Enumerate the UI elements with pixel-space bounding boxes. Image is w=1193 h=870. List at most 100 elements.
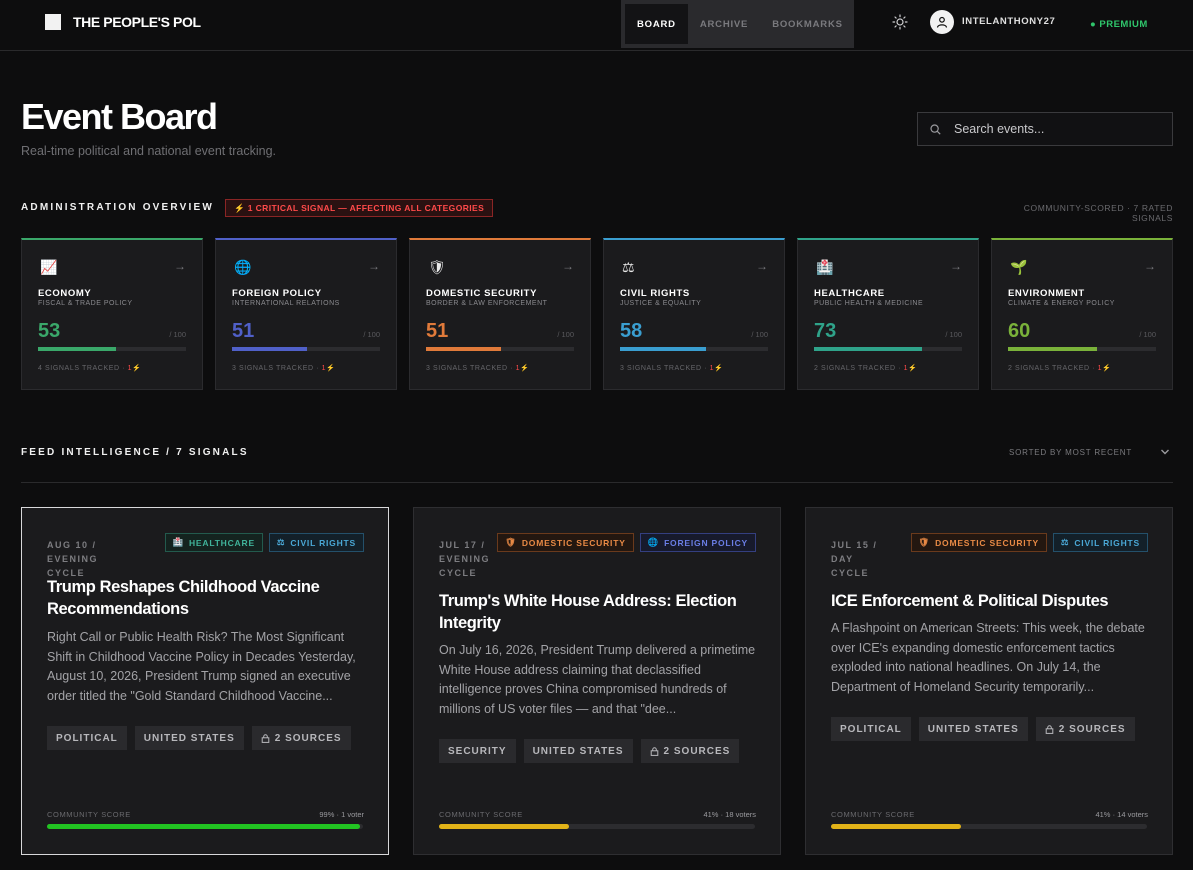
category-chip[interactable]: UNITED STATES (134, 726, 244, 750)
sources-chip[interactable]: 2 SOURCES (640, 739, 740, 763)
sources-chip[interactable]: 2 SOURCES (1035, 717, 1135, 741)
chip-label: UNITED STATES (143, 732, 235, 744)
feed-divider (21, 482, 1173, 483)
arrow-right-icon[interactable]: → (950, 259, 962, 273)
globe-icon: 🌐 (234, 259, 252, 275)
category-score-bar (232, 347, 380, 351)
community-score-bar (47, 824, 363, 829)
signals-tracked-text: 2 SIGNALS TRACKED · (814, 365, 904, 372)
category-card-civil-rights[interactable]: ⚖ → CIVIL RIGHTS JUSTICE & EQUALITY 58 / 100 3… (603, 238, 785, 390)
category-score-max: / 100 (945, 330, 962, 339)
bolt-icon: ⚡ (326, 365, 336, 372)
username[interactable]: INTELANTHONY27 (962, 16, 1055, 27)
community-score-fill (47, 824, 360, 829)
tag-label: CIVIL RIGHTS (1074, 537, 1140, 548)
category-name: HEALTHCARE (814, 288, 885, 299)
tag-foreign[interactable]: 🌐 FOREIGN POLICY (639, 533, 756, 552)
arrow-right-icon[interactable]: → (562, 259, 574, 273)
community-score-fill (831, 824, 961, 829)
bolt-icon: ⚡ (1102, 365, 1112, 372)
category-card-environment[interactable]: 🌱 → ENVIRONMENT CLIMATE & ENERGY POLICY 60 / … (991, 238, 1173, 390)
lock-icon (261, 733, 270, 743)
post-date: JUL 17 / EVENING CYCLE (439, 540, 491, 578)
chevron-down-icon[interactable] (1160, 447, 1170, 457)
category-chip[interactable]: POLITICAL (47, 726, 127, 750)
category-score-fill (620, 347, 706, 351)
category-score-bar (814, 347, 962, 351)
app-title[interactable]: THE PEOPLE'S POL (73, 14, 201, 30)
category-score: 53 (38, 320, 61, 342)
category-subtitle: JUSTICE & EQUALITY (620, 300, 702, 307)
nav-bookmarks[interactable]: BOOKMARKS (760, 4, 855, 44)
category-card-domestic-security[interactable]: 🛡 → DOMESTIC SECURITY BORDER & LAW ENFORCEM… (409, 238, 591, 390)
seedling-icon: 🌱 (1010, 259, 1028, 275)
post-title[interactable]: Trump Reshapes Childhood Vaccine Recomme… (47, 576, 367, 620)
chip-list: POLITICAL UNITED STATES 2 SOURCES (831, 717, 1135, 741)
category-score: 51 (232, 320, 255, 342)
tag-civil[interactable]: ⚖ CIVIL RIGHTS (268, 533, 364, 552)
tag-civil[interactable]: ⚖ CIVIL RIGHTS (1052, 533, 1148, 552)
category-card-foreign-policy[interactable]: 🌐 → FOREIGN POLICY INTERNATIONAL RELATIONS 5… (215, 238, 397, 390)
category-score-max: / 100 (169, 330, 186, 339)
feed-title: FEED INTELLIGENCE / 7 SIGNALS (21, 447, 249, 458)
tag-icon: 🛡 (918, 537, 931, 547)
category-signals: 2 SIGNALS TRACKED · 1⚡ (1008, 364, 1112, 372)
page-subtitle: Real-time political and national event t… (21, 144, 276, 158)
arrow-right-icon[interactable]: → (756, 259, 768, 273)
category-chip[interactable]: UNITED STATES (918, 717, 1028, 741)
arrow-right-icon[interactable]: → (368, 259, 380, 273)
tag-domestic[interactable]: 🛡 DOMESTIC SECURITY (910, 533, 1047, 552)
category-name: FOREIGN POLICY (232, 288, 322, 299)
signals-tracked-text: 3 SIGNALS TRACKED · (426, 365, 516, 372)
nav-board[interactable]: BOARD (625, 4, 688, 44)
avatar[interactable] (930, 10, 954, 34)
arrow-right-icon[interactable]: → (174, 259, 186, 273)
premium-badge: ● PREMIUM (1090, 19, 1148, 30)
category-score: 73 (814, 320, 837, 342)
theme-toggle-sun-icon[interactable] (892, 14, 908, 30)
sources-chip[interactable]: 2 SOURCES (251, 726, 351, 750)
tag-list: 🛡 DOMESTIC SECURITY 🌐 FOREIGN POLICY (497, 533, 756, 552)
tag-icon: 🏥 (172, 537, 184, 547)
category-subtitle: PUBLIC HEALTH & MEDICINE (814, 300, 924, 307)
critical-signal-badge[interactable]: ⚡ 1 CRITICAL SIGNAL — AFFECTING ALL CATE… (225, 199, 494, 217)
arrow-right-icon[interactable]: → (1144, 259, 1156, 273)
tag-label: CIVIL RIGHTS (290, 537, 356, 548)
category-chip[interactable]: UNITED STATES (523, 739, 633, 763)
tag-healthcare[interactable]: 🏥 HEALTHCARE (164, 533, 263, 552)
overview-title: ADMINISTRATION OVERVIEW (21, 202, 215, 213)
tag-icon: 🛡 (505, 537, 517, 547)
category-name: ECONOMY (38, 288, 92, 299)
community-score-label: COMMUNITY SCORE (831, 810, 915, 819)
community-score-label: COMMUNITY SCORE (439, 810, 523, 819)
post-title[interactable]: ICE Enforcement & Political Disputes (831, 590, 1151, 612)
category-card-economy[interactable]: 📈 → ECONOMY FISCAL & TRADE POLICY 53 / 100 4 S… (21, 238, 203, 390)
tag-icon: ⚖ (276, 537, 286, 547)
search-box[interactable] (917, 112, 1173, 146)
user-icon (936, 16, 948, 28)
signals-tracked-text: 2 SIGNALS TRACKED · (1008, 365, 1098, 372)
tag-label: HEALTHCARE (188, 537, 255, 548)
category-card-healthcare[interactable]: 🏥 → HEALTHCARE PUBLIC HEALTH & MEDICINE 73 / … (797, 238, 979, 390)
nav-archive[interactable]: ARCHIVE (688, 4, 760, 44)
feed-card[interactable]: AUG 10 / EVENING CYCLE 🏥 HEALTHCARE ⚖ CIVIL … (21, 507, 389, 855)
logo-icon[interactable] (45, 14, 61, 30)
post-title[interactable]: Trump's White House Address: Election In… (439, 590, 759, 634)
category-subtitle: BORDER & LAW ENFORCEMENT (426, 300, 548, 307)
category-score-max: / 100 (751, 330, 768, 339)
category-score-bar (426, 347, 574, 351)
feed-card[interactable]: JUL 15 / DAY CYCLE 🛡 DOMESTIC SECURITY ⚖ CIV… (805, 507, 1173, 855)
post-date: JUL 15 / DAY CYCLE (831, 540, 878, 578)
post-body: A Flashpoint on American Streets: This w… (831, 621, 1145, 694)
feed-card[interactable]: JUL 17 / EVENING CYCLE 🛡 DOMESTIC SECURITY… (413, 507, 781, 855)
search-input[interactable] (954, 113, 1164, 145)
category-score-max: / 100 (363, 330, 380, 339)
tag-domestic[interactable]: 🛡 DOMESTIC SECURITY (497, 533, 634, 552)
tag-list: 🛡 DOMESTIC SECURITY ⚖ CIVIL RIGHTS (910, 533, 1148, 552)
sort-label[interactable]: SORTED BY MOST RECENT (1009, 448, 1132, 457)
chip-label: POLITICAL (56, 732, 118, 744)
main-nav: BOARD ARCHIVE BOOKMARKS (621, 0, 854, 48)
category-chip[interactable]: SECURITY (439, 739, 516, 763)
community-score-value: 99% · 1 voter (319, 810, 364, 819)
category-chip[interactable]: POLITICAL (831, 717, 911, 741)
